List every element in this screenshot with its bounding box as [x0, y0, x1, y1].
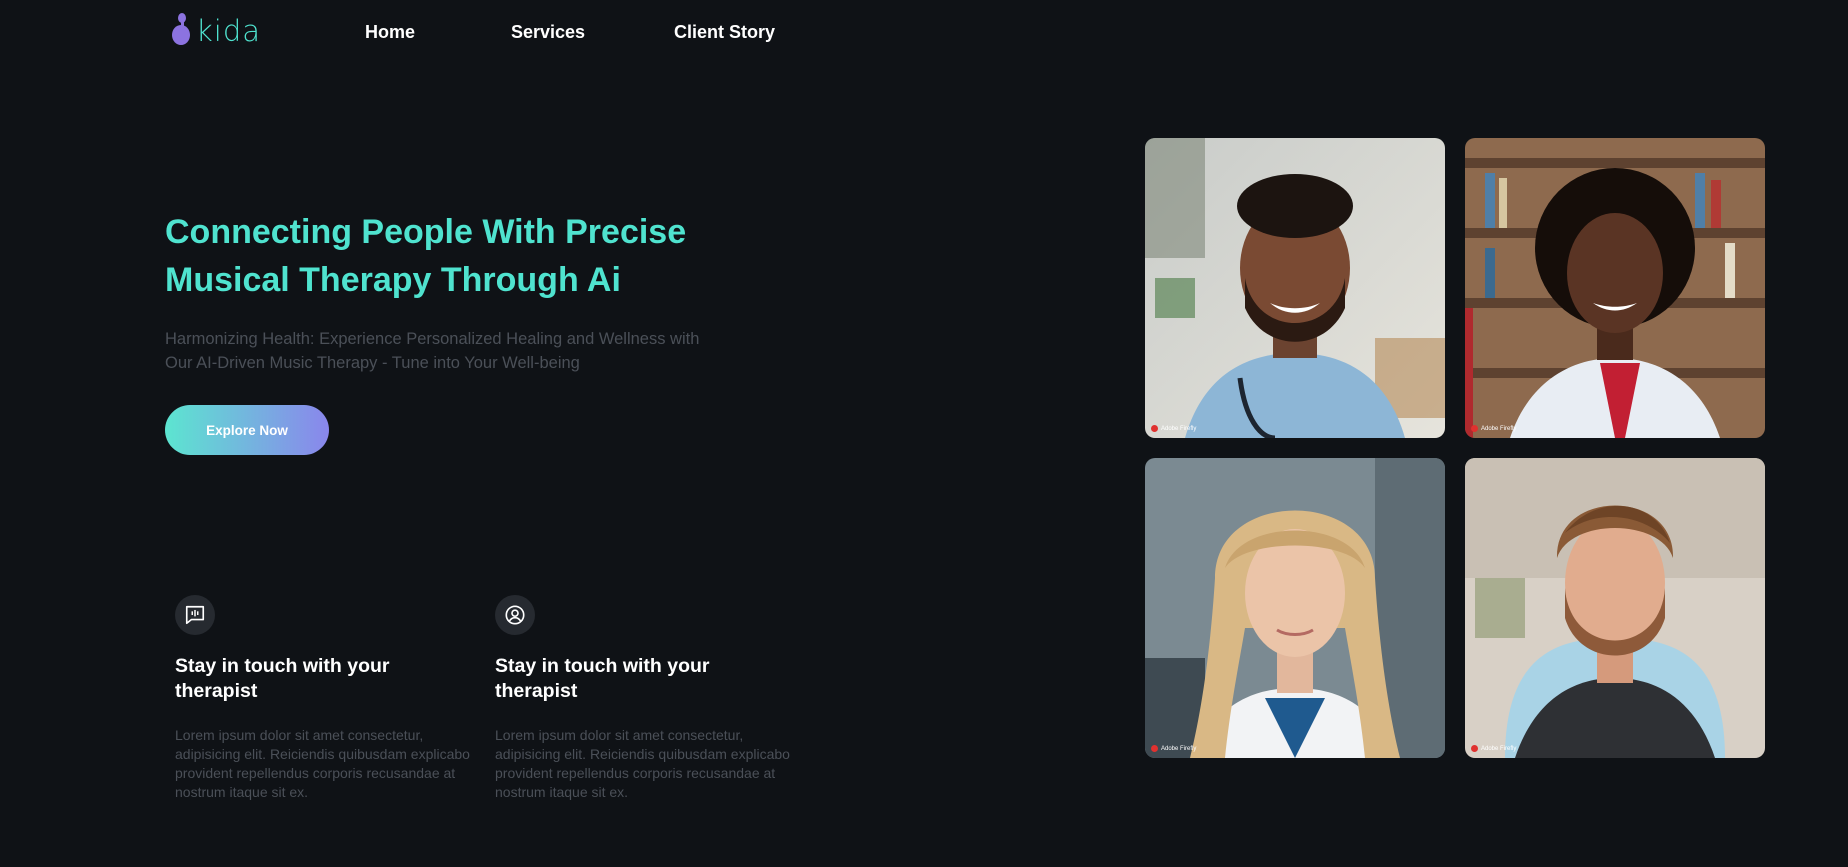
feature-text: Lorem ipsum dolor sit amet consectetur, … [175, 727, 470, 800]
feature-title: Stay in touch with your therapist [495, 655, 710, 702]
therapist-photo-bearded-man: Adobe Firefly [1465, 458, 1765, 758]
feature-text: Lorem ipsum dolor sit amet consectetur, … [495, 727, 790, 800]
therapist-photo-female-doctor: Adobe Firefly [1465, 138, 1765, 438]
feature-card: Stay in touch with your therapist Lorem … [495, 595, 795, 802]
user-circle-icon [495, 595, 535, 635]
hero-title: Connecting People With Precise Musical T… [165, 213, 687, 299]
explore-now-button[interactable]: Explore Now [165, 405, 329, 455]
nav-link-home[interactable]: Home [365, 22, 415, 43]
watermark: Adobe Firefly [1151, 745, 1196, 752]
music-note-icon [170, 11, 192, 51]
therapist-photo-male-doctor: Adobe Firefly [1145, 138, 1445, 438]
chat-audio-icon [175, 595, 215, 635]
watermark: Adobe Firefly [1151, 425, 1196, 432]
watermark: Adobe Firefly [1471, 745, 1516, 752]
nav-link-services[interactable]: Services [511, 22, 585, 43]
therapist-photo-blonde-woman: Adobe Firefly [1145, 458, 1445, 758]
logo[interactable]: kida [170, 10, 261, 52]
feature-card: Stay in touch with your therapist Lorem … [175, 595, 475, 802]
nav-link-client-story[interactable]: Client Story [674, 22, 775, 43]
logo-text: kida [196, 13, 262, 48]
watermark: Adobe Firefly [1471, 425, 1516, 432]
hero-subtitle: Harmonizing Health: Experience Personali… [165, 330, 700, 372]
feature-title: Stay in touch with your therapist [175, 655, 390, 702]
top-nav: kida Home Services Client Story [0, 0, 1848, 70]
